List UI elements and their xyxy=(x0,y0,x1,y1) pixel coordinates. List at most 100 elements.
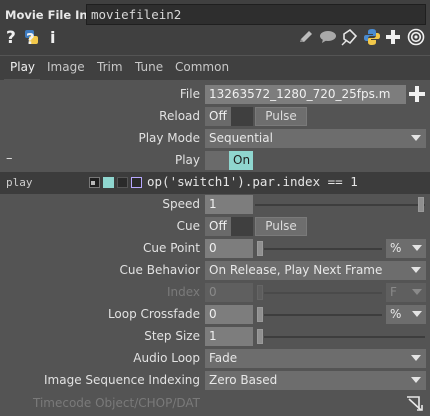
param-label: Timecode Object/CHOP/DAT xyxy=(32,396,200,410)
param-index: Index 0 F xyxy=(0,282,430,304)
param-cue-behavior: Cue Behavior On Release, Play Next Frame xyxy=(0,260,430,282)
param-audio-loop: Audio Loop Fade xyxy=(0,348,430,370)
param-image-sequence-indexing: Image Sequence Indexing Zero Based xyxy=(0,370,430,392)
reload-pulse-button[interactable]: Pulse xyxy=(255,107,307,126)
resize-handle-icon[interactable] xyxy=(405,394,425,412)
param-cue-point: Cue Point 0 % xyxy=(0,238,430,260)
mode-constant-icon[interactable] xyxy=(89,177,100,188)
index-field: 0 xyxy=(205,283,253,302)
param-label: Speed xyxy=(162,197,200,211)
param-step-size: Step Size 1 xyxy=(0,326,430,348)
param-cue: Cue Off Pulse xyxy=(0,216,430,238)
param-label: Cue Point xyxy=(143,241,200,255)
mode-bind-icon[interactable] xyxy=(131,177,142,188)
play-mode-dropdown[interactable]: Sequential xyxy=(205,129,426,148)
cue-toggle-off[interactable]: Off xyxy=(205,217,231,236)
parameter-dialog: Movie File In moviefilein2 ? ? i Play Im… xyxy=(0,0,430,416)
operator-name-field[interactable]: moviefilein2 xyxy=(86,4,426,25)
loop-crossfade-slider-handle[interactable] xyxy=(257,307,263,322)
unit-value: % xyxy=(390,241,402,255)
pencil-icon[interactable] xyxy=(297,28,315,46)
cue-pulse-button[interactable]: Pulse xyxy=(255,217,307,236)
unit-value: F xyxy=(390,285,397,299)
param-play-mode: Play Mode Sequential xyxy=(0,128,430,150)
step-size-slider-track[interactable] xyxy=(264,336,425,338)
param-reload: Reload Off Pulse xyxy=(0,106,430,128)
play-expression-row: play op('switch1').par.index == 1 xyxy=(0,172,430,194)
dropdown-value: On Release, Play Next Frame xyxy=(209,263,383,277)
reload-toggle-track[interactable] xyxy=(231,107,253,126)
step-size-slider-handle[interactable] xyxy=(257,329,263,344)
python-logo-icon[interactable] xyxy=(362,28,382,46)
param-label: Step Size xyxy=(144,329,200,343)
reload-toggle-off[interactable]: Off xyxy=(205,107,231,126)
target-icon[interactable] xyxy=(406,28,426,46)
param-label: Reload xyxy=(159,109,200,123)
loop-crossfade-slider-track[interactable] xyxy=(264,314,382,316)
cue-toggle-track[interactable] xyxy=(231,217,253,236)
param-loop-crossfade: Loop Crossfade 0 % xyxy=(0,304,430,326)
param-speed: Speed 1 xyxy=(0,194,430,216)
chevron-down-icon xyxy=(412,311,422,317)
file-path-field[interactable]: 13263572_1280_720_25fps.m xyxy=(205,85,406,104)
operator-type-label: Movie File In xyxy=(5,8,88,22)
loop-crossfade-field[interactable]: 0 xyxy=(205,305,253,324)
tag-icon[interactable] xyxy=(340,28,360,46)
param-play: – Play On xyxy=(0,150,430,172)
chevron-down-icon xyxy=(412,289,422,295)
chevron-down-icon xyxy=(411,135,421,141)
cue-point-slider-track[interactable] xyxy=(264,248,382,250)
chevron-down-icon xyxy=(412,245,422,251)
svg-text:i: i xyxy=(50,28,55,46)
info-icon[interactable]: i xyxy=(47,28,59,46)
mode-export-icon[interactable] xyxy=(117,177,128,188)
cue-point-unit-dropdown[interactable]: % xyxy=(386,239,426,258)
param-label: Play xyxy=(174,153,200,167)
play-toggle-on[interactable]: On xyxy=(229,151,253,170)
file-add-icon[interactable] xyxy=(409,86,425,102)
plus-icon[interactable] xyxy=(384,28,402,46)
comment-icon[interactable] xyxy=(318,28,338,46)
param-label: Cue Behavior xyxy=(119,263,200,277)
expression-param-name: play xyxy=(6,176,33,189)
cue-behavior-dropdown[interactable]: On Release, Play Next Frame xyxy=(205,261,426,280)
param-label: Index xyxy=(166,285,200,299)
active-tab-underline xyxy=(4,79,40,80)
expression-text[interactable]: op('switch1').par.index == 1 xyxy=(147,174,358,189)
speed-field[interactable]: 1 xyxy=(205,195,253,214)
tab-trim[interactable]: Trim xyxy=(97,60,123,74)
param-file: File 13263572_1280_720_25fps.m xyxy=(0,84,430,106)
audio-loop-dropdown[interactable]: Fade xyxy=(205,349,426,368)
dropdown-value: Fade xyxy=(209,351,238,365)
python-help-icon[interactable]: ? xyxy=(22,28,42,46)
header-bar: Movie File In moviefilein2 ? ? i xyxy=(0,0,430,55)
mode-expression-icon[interactable] xyxy=(103,177,114,188)
loop-crossfade-unit-dropdown[interactable]: % xyxy=(386,305,426,324)
dropdown-value: Sequential xyxy=(209,131,273,145)
param-label: Image Sequence Indexing xyxy=(44,373,200,387)
cue-point-field[interactable]: 0 xyxy=(205,239,253,258)
question-icon[interactable]: ? xyxy=(4,28,18,46)
speed-slider-track[interactable] xyxy=(255,204,425,206)
speed-slider-handle[interactable] xyxy=(418,197,424,212)
chevron-down-icon xyxy=(411,355,421,361)
image-sequence-indexing-dropdown[interactable]: Zero Based xyxy=(205,371,426,390)
collapse-expression-icon[interactable]: – xyxy=(6,151,13,166)
chevron-down-icon xyxy=(411,267,421,273)
tab-image[interactable]: Image xyxy=(47,60,85,74)
index-unit-dropdown: F xyxy=(386,283,426,302)
step-size-field[interactable]: 1 xyxy=(205,327,253,346)
chevron-down-icon xyxy=(411,377,421,383)
tab-common[interactable]: Common xyxy=(175,60,229,74)
cue-point-slider-handle[interactable] xyxy=(257,241,263,256)
param-label: Cue xyxy=(176,219,200,233)
svg-text:?: ? xyxy=(26,30,35,46)
param-label: File xyxy=(179,87,200,101)
param-label: Audio Loop xyxy=(133,351,200,365)
tab-tune[interactable]: Tune xyxy=(135,60,163,74)
tab-play[interactable]: Play xyxy=(10,60,35,74)
play-toggle-track[interactable] xyxy=(205,151,229,170)
param-label: Loop Crossfade xyxy=(107,307,200,321)
unit-value: % xyxy=(390,307,402,321)
index-slider-handle xyxy=(257,285,263,300)
